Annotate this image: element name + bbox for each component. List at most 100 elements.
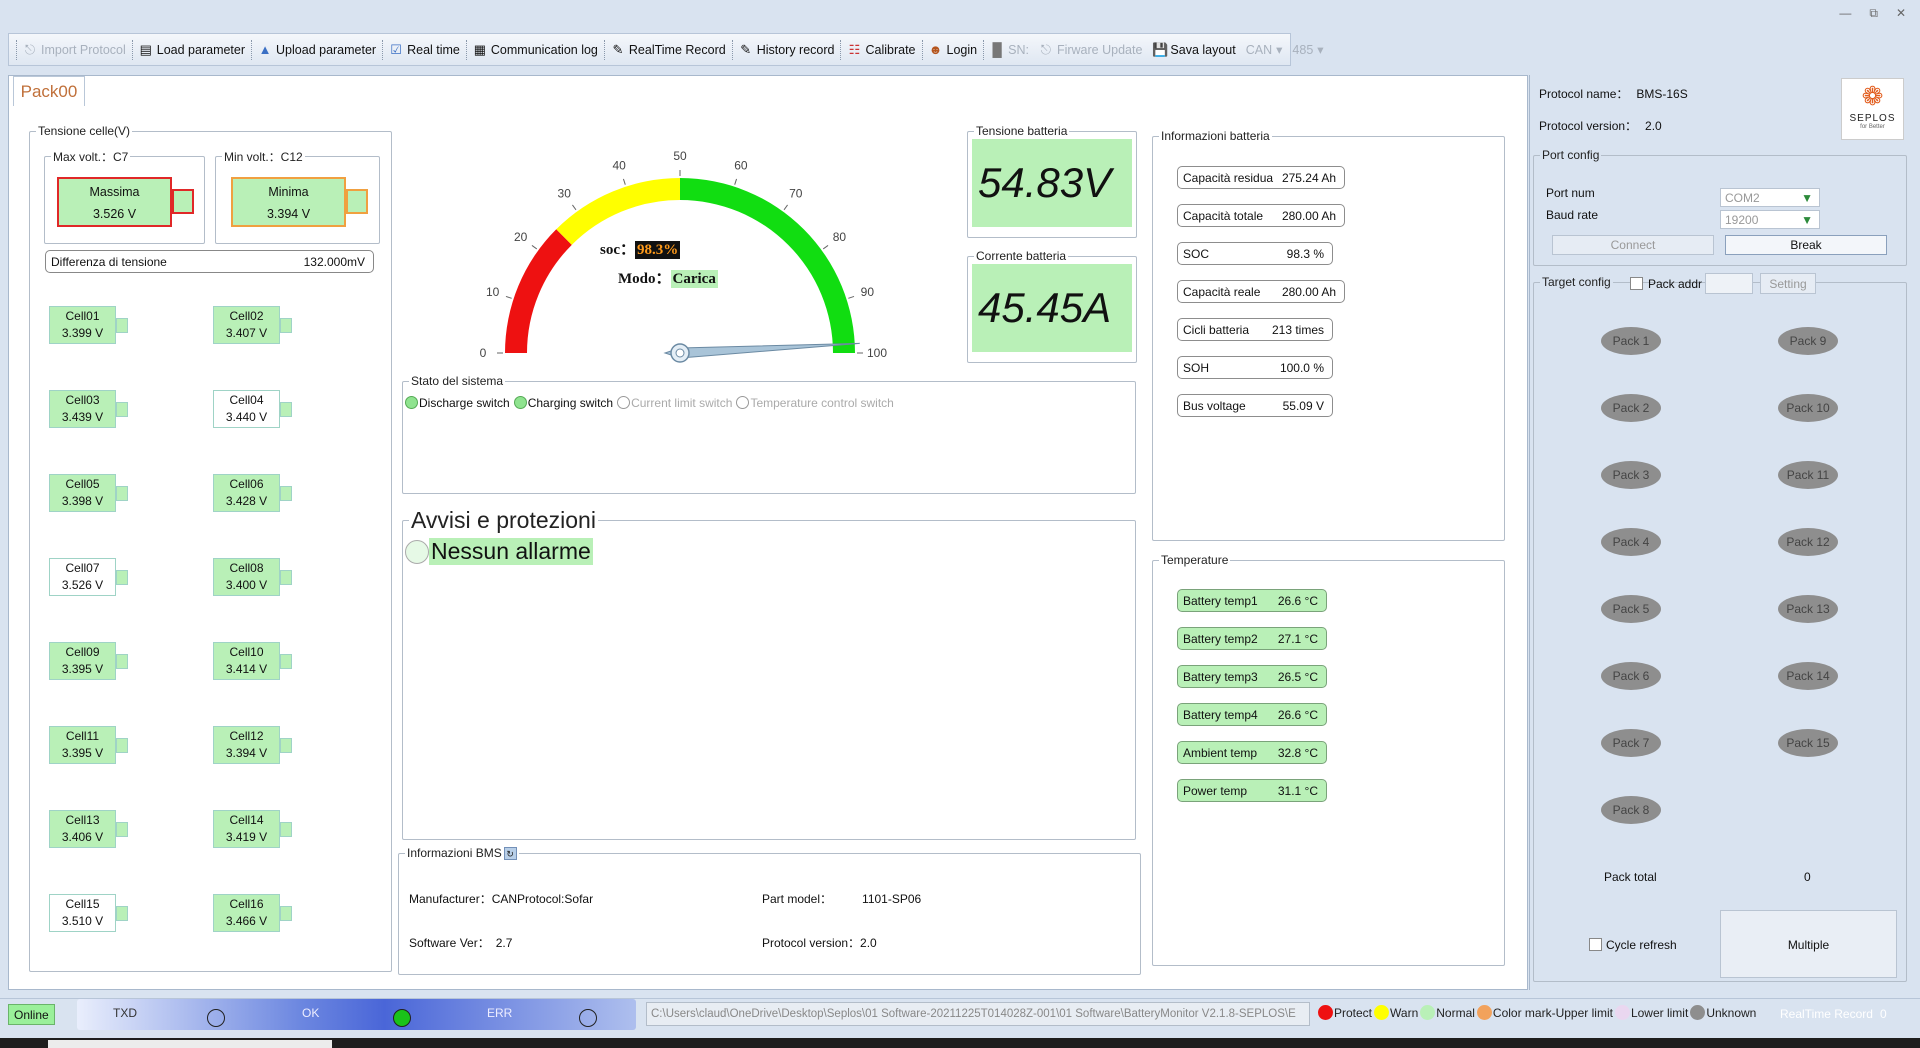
realtime-record-button[interactable]: ✎ RealTime Record xyxy=(606,37,731,63)
rs485-dropdown[interactable]: 485 ▾ xyxy=(1287,37,1328,63)
load-icon: ▤ xyxy=(139,41,152,57)
toolbar-separator xyxy=(731,39,733,60)
legend-item: Normal xyxy=(1420,1005,1475,1020)
firmware-update-button[interactable]: ⎋ Firware Update xyxy=(1034,37,1147,63)
gauge-tick-label: 70 xyxy=(789,187,803,201)
can-dropdown[interactable]: CAN ▾ xyxy=(1241,37,1288,63)
login-button[interactable]: ☻ Login xyxy=(924,37,983,63)
pack-addr-checkbox[interactable] xyxy=(1630,277,1643,290)
cell-value: 3.414 V xyxy=(225,662,268,676)
pack-button-5[interactable]: Pack 5 xyxy=(1601,595,1661,623)
cell-voltage-10: Cell10 3.414 V xyxy=(213,642,292,680)
cell-voltage-2: Cell02 3.407 V xyxy=(213,306,292,344)
port-num-select[interactable]: COM2 ▼ xyxy=(1720,188,1820,207)
cell-value: 3.394 V xyxy=(225,746,268,760)
cell-terminal xyxy=(116,822,128,837)
pack-button-11[interactable]: Pack 11 xyxy=(1778,461,1838,489)
legend-item: Lower limit xyxy=(1614,1005,1688,1020)
tab-pack00[interactable]: Pack00 xyxy=(13,76,85,106)
upload-parameter-button[interactable]: ▲ Upload parameter xyxy=(253,37,381,63)
pack-button-12[interactable]: Pack 12 xyxy=(1778,528,1838,556)
chevron-down-icon: ▾ xyxy=(1317,43,1324,57)
cell-terminal xyxy=(116,486,128,501)
gauge-tick-label: 0 xyxy=(480,346,487,360)
break-button[interactable]: Break xyxy=(1725,235,1887,255)
import-protocol-button[interactable]: ⎋ Import Protocol xyxy=(18,37,131,63)
refresh-icon[interactable]: ↻ xyxy=(503,847,517,860)
legend-color-dot xyxy=(1318,1005,1333,1020)
load-parameter-button[interactable]: ▤ Load parameter xyxy=(134,37,250,63)
toolbar: ⎋ Import Protocol ▤ Load parameter ▲ Upload… xyxy=(8,33,1324,66)
pack-button-7[interactable]: Pack 7 xyxy=(1601,729,1661,757)
cell-voltage-16: Cell16 3.466 V xyxy=(213,894,292,932)
cell-label: Cell15 xyxy=(65,897,100,911)
multiple-button[interactable]: Multiple xyxy=(1720,910,1897,978)
cell-terminal xyxy=(116,654,128,669)
baud-rate-select[interactable]: 19200 ▼ xyxy=(1720,210,1820,229)
legend-color-dot xyxy=(1374,1005,1390,1020)
history-record-button[interactable]: ✎ History record xyxy=(734,37,840,63)
pack-button-1[interactable]: Pack 1 xyxy=(1601,327,1661,355)
chevron-down-icon: ▾ xyxy=(1276,43,1283,57)
save-layout-button[interactable]: 💾 Sava layout xyxy=(1147,37,1240,63)
firmware-icon: ⎋ xyxy=(1040,41,1052,57)
pack-button-2[interactable]: Pack 2 xyxy=(1601,394,1661,422)
cell-value: 3.407 V xyxy=(225,326,268,340)
calibrate-button[interactable]: ☷ Calibrate xyxy=(842,37,920,63)
max-cell-battery: Massima 3.526 V xyxy=(57,177,194,227)
cell-label: Cell10 xyxy=(229,645,264,659)
toolbar-separator xyxy=(251,39,253,60)
pack-button-3[interactable]: Pack 3 xyxy=(1601,461,1661,489)
toolbar-grip[interactable] xyxy=(16,39,17,60)
discharge-switch-indicator: Discharge switch xyxy=(405,396,510,410)
gauge-tick-label: 90 xyxy=(861,285,875,299)
alarm-status-icon xyxy=(405,539,429,564)
gauge-tick xyxy=(734,178,738,185)
close-icon[interactable]: ✕ xyxy=(1896,6,1906,21)
gauge-tick xyxy=(822,245,829,250)
pack-button-8[interactable]: Pack 8 xyxy=(1601,796,1661,824)
cycle-refresh-checkbox[interactable] xyxy=(1589,938,1602,951)
system-status-panel: Stato del sistema Discharge switch Charg… xyxy=(402,374,1136,494)
legend-color-dot xyxy=(1690,1005,1706,1020)
pack-button-9[interactable]: Pack 9 xyxy=(1778,327,1838,355)
sn-button[interactable]: █ SN: xyxy=(985,37,1034,63)
toolbar-separator xyxy=(465,39,467,60)
minimize-icon[interactable]: — xyxy=(1839,6,1851,21)
gauge-tick-label: 60 xyxy=(734,159,748,173)
cell-value: 3.526 V xyxy=(61,578,104,592)
communication-log-button[interactable]: ▦ Communication log xyxy=(468,37,603,63)
pack-addr-input[interactable] xyxy=(1705,273,1753,294)
cell-label: Cell12 xyxy=(229,729,264,743)
cell-voltage-5: Cell05 3.398 V xyxy=(49,474,128,512)
toolbar-separator xyxy=(983,39,985,60)
gauge-tick-label: 10 xyxy=(486,285,500,299)
pack-button-4[interactable]: Pack 4 xyxy=(1601,528,1661,556)
cell-voltage-7: Cell07 3.526 V xyxy=(49,558,128,596)
temperature-control-switch-indicator: Temperature control switch xyxy=(736,396,894,410)
pack-button-15[interactable]: Pack 15 xyxy=(1778,729,1838,757)
logo-mark-icon: ❁ xyxy=(1861,81,1884,111)
cell-voltage-3: Cell03 3.439 V xyxy=(49,390,128,428)
pack-button-14[interactable]: Pack 14 xyxy=(1778,662,1838,690)
battery-info-item: Capacità totale 280.00 Ah xyxy=(1177,204,1345,227)
cell-label: Cell02 xyxy=(229,309,264,323)
temperature-item: Power temp 31.1 °C xyxy=(1177,779,1327,802)
soc-readout: soc： 98.3% xyxy=(600,241,681,259)
pack-button-13[interactable]: Pack 13 xyxy=(1778,595,1838,623)
setting-button[interactable]: Setting xyxy=(1760,273,1816,294)
online-status: Online xyxy=(8,1004,55,1025)
cell-voltage-14: Cell14 3.419 V xyxy=(213,810,292,848)
real-time-button[interactable]: ☑ Real time xyxy=(384,37,465,63)
user-icon: ☻ xyxy=(928,42,943,57)
target-config-panel: Target config xyxy=(1533,275,1907,982)
pack-button-6[interactable]: Pack 6 xyxy=(1601,662,1661,690)
pack-button-10[interactable]: Pack 10 xyxy=(1778,394,1838,422)
protocol-version-row: Protocol version：2.0 xyxy=(762,936,877,950)
alarms-panel: Avvisi e protezioni Nessun allarme xyxy=(402,507,1136,840)
connect-button[interactable]: Connect xyxy=(1552,235,1714,255)
restore-icon[interactable]: ⧉ xyxy=(1869,6,1878,21)
cell-voltage-4: Cell04 3.440 V xyxy=(213,390,292,428)
toolbar-separator xyxy=(840,39,842,60)
gauge-tick xyxy=(505,295,512,299)
